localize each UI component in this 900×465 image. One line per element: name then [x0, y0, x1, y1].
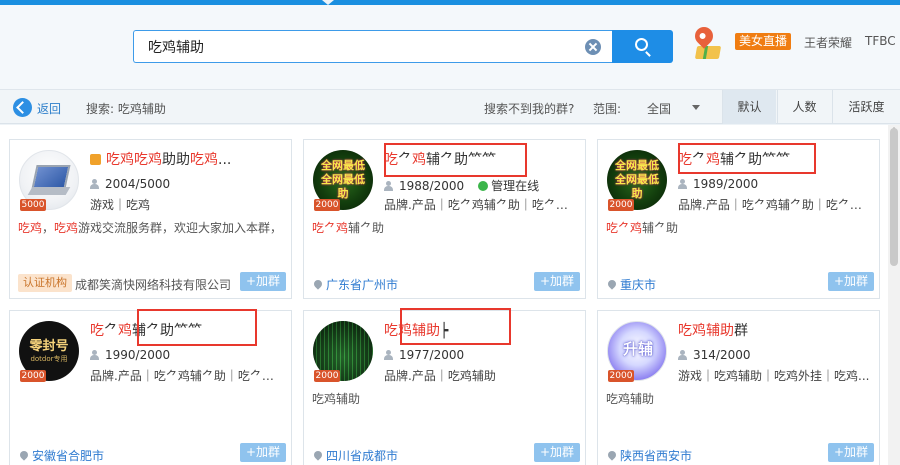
- join-group-button[interactable]: +加群: [240, 443, 286, 462]
- group-location: 安徽省合肥市: [18, 447, 104, 464]
- people-icon: [678, 179, 688, 189]
- member-count: 2004/5000: [90, 177, 285, 191]
- people-icon: [90, 179, 100, 189]
- group-card[interactable]: 全网最低 全网最低 助 2000 吃⺈鸡辅⺈助⺮⺮ 1989/2000 品牌.产…: [597, 139, 880, 299]
- location-pin-icon: [606, 278, 618, 290]
- certified-company: 成都笑滴快网络科技有限公司: [75, 278, 232, 292]
- hot-link-tfbc[interactable]: TFBC: [865, 34, 896, 48]
- group-card[interactable]: 全网最低 全网最低 助 2000 吃⺈鸡辅⺈助⺮⺮ 1988/2000 管理在线 …: [303, 139, 586, 299]
- search-input[interactable]: [148, 37, 568, 57]
- member-count: 1990/2000: [90, 348, 285, 362]
- toolbar: 返回 搜索: 吃鸡辅助 搜索不到我的群? 范围: 全国 默认 人数 活跃度: [0, 90, 900, 124]
- verified-icon: [90, 154, 101, 165]
- member-count: 1988/2000 管理在线: [384, 177, 579, 194]
- certified-org-badge: 认证机构: [18, 274, 72, 292]
- results-scrollbar[interactable]: [888, 125, 900, 465]
- scope-value: 全国: [647, 102, 672, 116]
- people-icon: [678, 350, 688, 360]
- group-location: 陕西省西安市: [606, 447, 692, 464]
- search-button[interactable]: [612, 30, 673, 63]
- group-description: 吃鸡，吃鸡游戏交流服务群，欢迎大家加入本群，: [18, 221, 283, 235]
- group-card[interactable]: 5000 吃鸡吃鸡助助吃鸡... 2004/5000 游戏｜吃鸡 吃鸡，吃鸡游戏…: [9, 139, 292, 299]
- search-icon: [635, 38, 648, 51]
- people-icon: [90, 350, 100, 360]
- scroll-thumb[interactable]: [890, 128, 898, 266]
- group-title[interactable]: 吃鸡吃鸡助助吃鸡...: [90, 149, 285, 169]
- group-description: 吃鸡辅助: [606, 392, 655, 406]
- group-location: 重庆市: [606, 276, 656, 293]
- location-pin-icon: [606, 449, 618, 461]
- group-card[interactable]: 升辅 2000 吃鸡辅助群 314/2000 游戏｜吃鸡辅助｜吃鸡外挂｜吃鸡..…: [597, 310, 880, 465]
- live-stream-badge[interactable]: 美女直播: [735, 33, 792, 50]
- cannot-find-group-link[interactable]: 搜索不到我的群?: [484, 100, 574, 117]
- sort-tab-members[interactable]: 人数: [777, 90, 831, 124]
- highlight-box: [400, 308, 511, 345]
- hot-link-wzry[interactable]: 王者荣耀: [804, 34, 852, 51]
- back-icon[interactable]: [13, 98, 32, 117]
- group-level-badge: 2000: [608, 199, 634, 211]
- group-description: 吃鸡辅助: [312, 392, 361, 406]
- scope-select[interactable]: 全国: [640, 95, 708, 119]
- header: 美女直播 王者荣耀 TFBC: [0, 5, 900, 90]
- people-icon: [384, 350, 394, 360]
- people-icon: [384, 181, 394, 191]
- group-level-badge: 2000: [608, 370, 634, 382]
- group-level-badge: 5000: [20, 199, 46, 211]
- group-tags: 品牌.产品｜吃鸡辅助: [384, 369, 496, 383]
- map-icon[interactable]: [691, 23, 722, 61]
- group-location: 广东省广州市: [312, 276, 398, 293]
- join-group-button[interactable]: +加群: [534, 272, 580, 291]
- highlight-box: [137, 309, 257, 346]
- group-tags: 游戏｜吃鸡: [90, 198, 151, 212]
- highlight-box: [678, 143, 816, 174]
- group-level-badge: 2000: [20, 370, 46, 382]
- group-card[interactable]: 零封号 dotdor专用 2000 吃⺈鸡辅⺈助⺮⺮ 1990/2000 品牌.产…: [9, 309, 292, 465]
- group-tags: 游戏｜吃鸡辅助｜吃鸡外挂｜吃鸡...: [678, 369, 870, 383]
- group-location: 四川省成都市: [312, 447, 398, 464]
- group-tags: 品牌.产品｜吃⺈鸡辅⺈助｜吃⺈鸡...: [90, 369, 285, 383]
- clear-icon[interactable]: [585, 39, 601, 55]
- scope-label: 范围:: [593, 102, 622, 116]
- chevron-down-icon: [692, 105, 700, 110]
- search-box[interactable]: [133, 30, 613, 63]
- highlight-box: [384, 143, 527, 177]
- group-tags: 品牌.产品｜吃⺈鸡辅⺈助｜吃⺈鸡...: [678, 198, 873, 212]
- sort-tab-activity[interactable]: 活跃度: [832, 90, 900, 124]
- location-pin-icon: [18, 449, 30, 461]
- group-level-badge: 2000: [314, 199, 340, 211]
- sort-tab-default[interactable]: 默认: [722, 90, 776, 124]
- back-button[interactable]: 返回: [37, 100, 61, 117]
- member-count: 314/2000: [678, 348, 873, 362]
- group-description: 吃⺈鸡辅⺈助: [312, 221, 385, 235]
- group-level-badge: 2000: [314, 370, 340, 382]
- group-description: 吃⺈鸡辅⺈助: [606, 221, 679, 235]
- location-pin-icon: [312, 449, 324, 461]
- member-count: 1977/2000: [384, 348, 579, 362]
- join-group-button[interactable]: +加群: [534, 443, 580, 462]
- join-group-button[interactable]: +加群: [828, 443, 874, 462]
- group-card[interactable]: 2000 吃鸡辅助┝ 1977/2000 品牌.产品｜吃鸡辅助 吃鸡辅助 四川省…: [303, 308, 586, 465]
- join-group-button[interactable]: +加群: [240, 272, 286, 291]
- admin-online-icon: [478, 181, 489, 191]
- join-group-button[interactable]: +加群: [828, 272, 874, 291]
- group-tags: 品牌.产品｜吃⺈鸡辅⺈助｜吃⺈鸡...: [384, 198, 579, 212]
- location-pin-icon: [312, 278, 324, 290]
- group-title[interactable]: 吃鸡辅助群: [678, 320, 873, 340]
- results-grid: 5000 吃鸡吃鸡助助吃鸡... 2004/5000 游戏｜吃鸡 吃鸡，吃鸡游戏…: [0, 125, 888, 465]
- search-breadcrumb: 搜索: 吃鸡辅助: [86, 102, 166, 116]
- member-count: 1989/2000: [678, 177, 873, 191]
